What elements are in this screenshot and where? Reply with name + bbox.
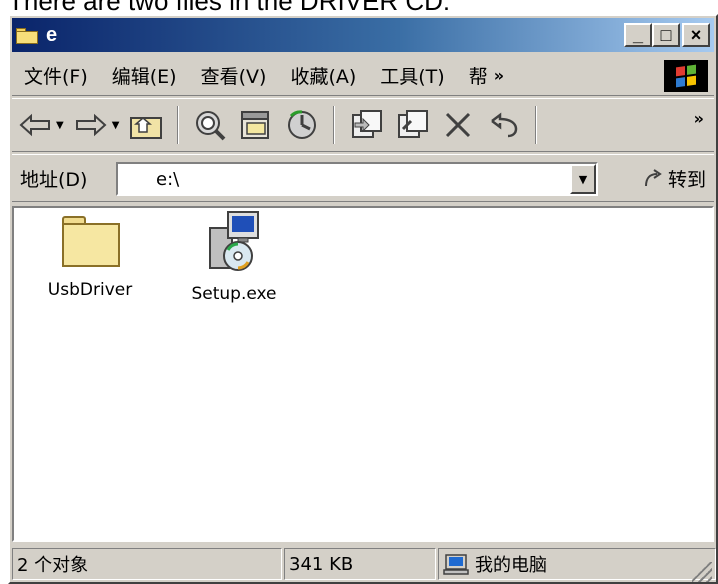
address-value[interactable]: e:\	[156, 169, 179, 190]
address-bar: 地址(D) e:\ ▼ 转到	[12, 154, 714, 202]
menu-file[interactable]: 文件(F)	[12, 62, 100, 89]
toolbar-overflow-chevron-icon[interactable]: »	[694, 109, 704, 128]
forward-dropdown-icon[interactable]: ▼	[112, 120, 120, 131]
file-name: Setup.exe	[191, 284, 277, 304]
title-bar[interactable]: e _ □ ×	[12, 18, 714, 52]
drive-folder-icon	[16, 26, 40, 44]
explorer-window: e _ □ × 文件(F) 编辑(E) 查看(V) 收藏(A) 工具(T) 帮 …	[8, 14, 718, 584]
file-item-setup[interactable]: Setup.exe	[174, 210, 294, 304]
close-button[interactable]: ×	[682, 23, 710, 47]
status-location-label: 我的电脑	[475, 555, 547, 576]
search-icon[interactable]	[191, 106, 229, 144]
installer-icon	[202, 210, 266, 274]
page-caption: There are two files in the DRIVER CD:	[0, 0, 718, 14]
status-location: 我的电脑	[438, 548, 716, 580]
resize-grip-icon[interactable]	[692, 562, 712, 582]
delete-icon[interactable]	[439, 106, 477, 144]
back-dropdown-icon[interactable]: ▼	[56, 120, 64, 131]
toolbar-separator	[177, 106, 180, 144]
move-to-icon[interactable]	[347, 106, 385, 144]
status-size: 341 KB	[284, 548, 436, 580]
back-icon[interactable]	[16, 106, 54, 144]
forward-icon[interactable]	[72, 106, 110, 144]
toolbar-separator	[535, 106, 538, 144]
standard-toolbar: ▼ ▼ »	[12, 98, 714, 152]
menu-overflow-chevron-icon[interactable]: »	[494, 66, 504, 85]
window-title: e	[46, 23, 58, 46]
windows-logo-icon	[664, 60, 708, 92]
my-computer-icon	[443, 554, 469, 575]
address-label: 地址(D)	[20, 168, 88, 191]
file-name: UsbDriver	[47, 280, 133, 300]
status-bar: 2 个对象 341 KB 我的电脑	[12, 544, 716, 584]
maximize-button[interactable]: □	[652, 23, 680, 47]
menu-bar: 文件(F) 编辑(E) 查看(V) 收藏(A) 工具(T) 帮 »	[12, 56, 714, 96]
minimize-button[interactable]: _	[624, 23, 652, 47]
go-arrow-icon	[644, 168, 662, 186]
toolbar-separator	[333, 106, 336, 144]
address-dropdown-icon[interactable]: ▼	[570, 164, 596, 194]
menu-view[interactable]: 查看(V)	[189, 62, 279, 89]
file-list-pane[interactable]: UsbDriver Setup.exe	[12, 206, 714, 542]
address-input[interactable]: e:\ ▼	[116, 162, 598, 196]
copy-to-icon[interactable]	[393, 106, 431, 144]
menu-tools[interactable]: 工具(T)	[368, 62, 456, 89]
folder-icon	[58, 216, 122, 270]
go-label: 转到	[667, 169, 706, 191]
history-icon[interactable]	[283, 106, 321, 144]
folder-item-usbdriver[interactable]: UsbDriver	[30, 216, 150, 300]
menu-edit[interactable]: 编辑(E)	[100, 62, 189, 89]
folders-icon[interactable]	[237, 106, 275, 144]
up-folder-icon[interactable]	[127, 106, 165, 144]
menu-favorites[interactable]: 收藏(A)	[278, 62, 368, 89]
go-button[interactable]: 转到	[642, 165, 706, 192]
status-object-count: 2 个对象	[12, 548, 282, 580]
undo-icon[interactable]	[485, 106, 523, 144]
